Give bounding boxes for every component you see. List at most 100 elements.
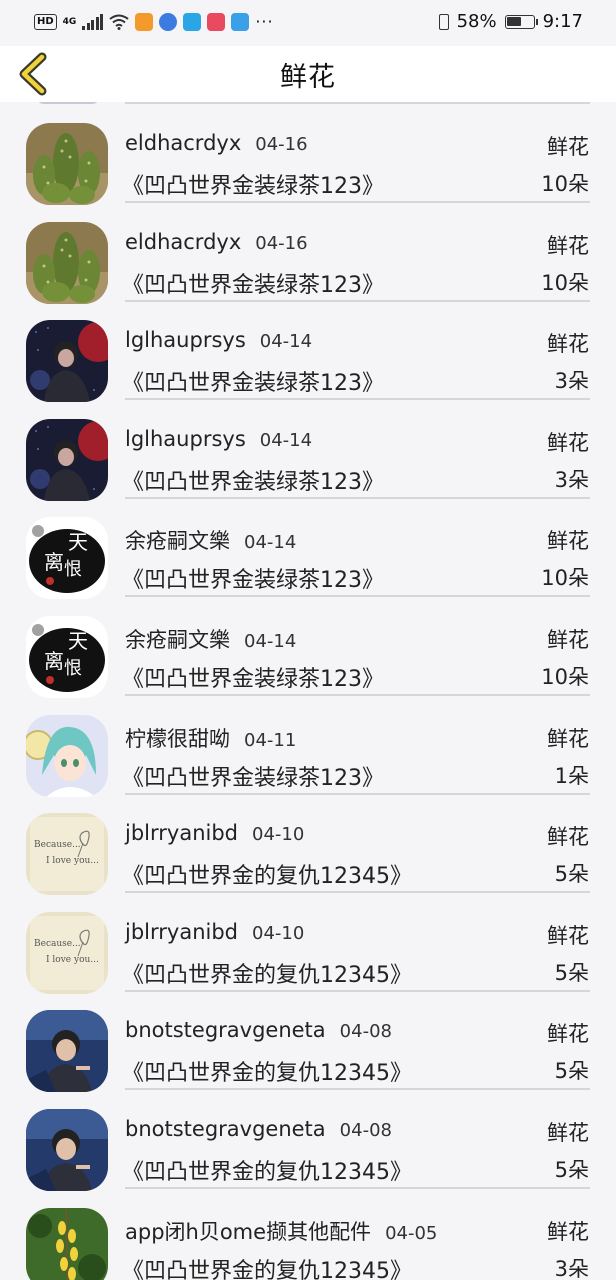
gift-count: 10朵 xyxy=(541,172,589,196)
gift-date: 04-14 xyxy=(259,331,313,353)
gift-count: 5朵 xyxy=(554,862,589,887)
gift-type: 鲜花 xyxy=(547,233,589,258)
app-notification-icon xyxy=(159,12,178,31)
user-line: 余疮嗣文樂 04-14 xyxy=(125,624,296,654)
list-item[interactable]: app闭h贝ome撷其他配件 04-05 鲜花 《凹凸世界金的复仇12345》 3… xyxy=(0,1189,616,1280)
list-item[interactable]: 离天恨 余疮嗣文樂 04-14 鲜花 《凹凸世界金装绿茶123》 10朵 xyxy=(0,597,616,698)
svg-text:Because...: Because... xyxy=(34,939,81,949)
list-item[interactable]: 离天恨 余疮嗣文樂 04-14 鲜花 《凹凸世界金装绿茶123》 10朵 xyxy=(0,498,616,600)
gift-type: 鲜花 xyxy=(547,529,589,554)
user-line: lglhauprsys 04-14 xyxy=(125,328,312,352)
svg-text:离: 离 xyxy=(44,649,64,673)
gift-record-list: eldhacrdyx 04-16 鲜花 《凹凸世界金装绿茶123》 10朵 eld… xyxy=(0,102,616,1280)
list-item[interactable]: eldhacrdyx 04-16 鲜花 《凹凸世界金装绿茶123》 10朵 xyxy=(0,203,616,304)
avatar[interactable] xyxy=(26,714,108,797)
app-notification-icon xyxy=(135,12,154,31)
product-title: 《凹凸世界金装绿茶123》 xyxy=(122,272,384,298)
avatar[interactable]: 离天恨 xyxy=(26,616,108,698)
avatar[interactable]: 离天恨 xyxy=(26,517,108,600)
user-line: eldhacrdyx 04-16 xyxy=(125,131,308,155)
user-line: eldhacrdyx 04-16 xyxy=(125,230,308,254)
username: lglhauprsys xyxy=(125,328,246,353)
gift-date: 04-08 xyxy=(339,1120,392,1141)
gift-type: 鲜花 xyxy=(547,825,589,850)
list-item[interactable]: 柠檬很甜呦 04-11 鲜花 《凹凸世界金装绿茶123》 1朵 xyxy=(0,696,616,797)
username: jblrryanibd xyxy=(125,821,238,846)
gift-type: 鲜花 xyxy=(547,1121,589,1145)
list-item[interactable]: Because... I love you... jblrryanibd 04-10… xyxy=(0,794,616,896)
battery-icon xyxy=(504,14,538,29)
gift-date: 04-16 xyxy=(255,232,308,254)
avatar[interactable] xyxy=(26,1010,108,1093)
back-button[interactable] xyxy=(16,52,56,96)
gift-type: 鲜花 xyxy=(547,628,589,652)
gift-type: 鲜花 xyxy=(547,430,589,455)
product-title: 《凹凸世界金装绿茶123》 xyxy=(122,371,384,397)
gift-count: 3朵 xyxy=(554,369,589,394)
gift-count: 10朵 xyxy=(541,566,589,591)
gift-date: 04-14 xyxy=(244,631,297,652)
user-line: app闭h贝ome撷其他配件 04-05 xyxy=(125,1216,437,1246)
battery-percent: 58% xyxy=(456,11,497,32)
list-item[interactable]: lglhauprsys 04-14 鲜花 《凹凸世界金装绿茶123》 3朵 xyxy=(0,301,616,403)
username: eldhacrdyx xyxy=(125,131,242,155)
gift-type: 鲜花 xyxy=(547,332,589,357)
status-bar: HD 4G ··· 58% 9:17 xyxy=(0,0,616,46)
gift-count: 10朵 xyxy=(541,665,589,689)
gift-type: 鲜花 xyxy=(547,1022,589,1047)
avatar[interactable] xyxy=(26,1207,108,1280)
avatar[interactable] xyxy=(26,418,108,501)
list-item[interactable]: bnotstegravgeneta 04-08 鲜花 《凹凸世界金的复仇12345… xyxy=(0,1090,616,1191)
username: bnotstegravgeneta xyxy=(125,1018,326,1043)
signal-type: 4G xyxy=(62,16,77,27)
username: 余疮嗣文樂 xyxy=(125,628,230,652)
app-notification-icon xyxy=(183,12,202,31)
username: 柠檬很甜呦 xyxy=(125,726,230,751)
username: jblrryanibd xyxy=(125,919,238,944)
avatar[interactable] xyxy=(26,123,108,205)
network-badge: HD xyxy=(34,13,57,30)
gift-type: 鲜花 xyxy=(547,135,589,159)
avatar[interactable] xyxy=(26,221,108,304)
user-line: lglhauprsys 04-14 xyxy=(125,427,312,451)
svg-text:离: 离 xyxy=(44,550,64,574)
username: eldhacrdyx xyxy=(125,229,242,254)
product-title: 《凹凸世界金装绿茶123》 xyxy=(122,469,384,495)
user-line: 柠檬很甜呦 04-11 xyxy=(125,723,296,753)
product-title: 《凹凸世界金装绿茶123》 xyxy=(122,667,384,692)
gift-count: 1朵 xyxy=(554,763,589,788)
list-item[interactable]: bnotstegravgeneta 04-08 鲜花 《凹凸世界金的复仇12345… xyxy=(0,991,616,1093)
avatar[interactable]: Because... I love you... xyxy=(26,911,108,994)
username: 余疮嗣文樂 xyxy=(125,529,230,554)
gift-count: 5朵 xyxy=(554,960,589,985)
avatar[interactable] xyxy=(26,320,108,403)
svg-text:恨: 恨 xyxy=(64,559,82,580)
svg-text:天: 天 xyxy=(68,629,88,653)
gift-date: 04-10 xyxy=(252,922,305,944)
product-title: 《凹凸世界金装绿茶123》 xyxy=(122,568,384,594)
list-item[interactable]: Because... I love you... jblrryanibd 04-10… xyxy=(0,893,616,994)
user-line: jblrryanibd 04-10 xyxy=(125,920,304,944)
svg-text:I love you...: I love you... xyxy=(46,856,99,866)
user-line: 余疮嗣文樂 04-14 xyxy=(125,525,296,555)
avatar[interactable] xyxy=(26,1109,108,1191)
gift-date: 04-08 xyxy=(339,1021,392,1043)
user-line: bnotstegravgeneta 04-08 xyxy=(125,1018,392,1042)
wifi-icon xyxy=(109,14,129,30)
user-line: bnotstegravgeneta 04-08 xyxy=(125,1117,392,1141)
product-title: 《凹凸世界金的复仇12345》 xyxy=(122,1061,412,1087)
gift-date: 04-14 xyxy=(259,429,313,451)
gift-date: 04-11 xyxy=(244,729,297,751)
more-notifications-icon: ··· xyxy=(255,12,274,31)
gift-count: 5朵 xyxy=(554,1059,589,1084)
status-right: 58% 9:17 xyxy=(438,11,583,32)
list-item[interactable]: lglhauprsys 04-14 鲜花 《凹凸世界金装绿茶123》 3朵 xyxy=(0,400,616,501)
avatar[interactable]: Because... I love you... xyxy=(26,813,108,896)
svg-text:恨: 恨 xyxy=(64,658,82,679)
list-item[interactable]: eldhacrdyx 04-16 鲜花 《凹凸世界金装绿茶123》 10朵 xyxy=(0,104,616,205)
svg-text:Because...: Because... xyxy=(34,840,81,850)
app-notification-icon xyxy=(231,12,250,31)
user-line: jblrryanibd 04-10 xyxy=(125,821,304,845)
username: lglhauprsys xyxy=(125,426,246,451)
product-title: 《凹凸世界金的复仇12345》 xyxy=(122,962,412,988)
